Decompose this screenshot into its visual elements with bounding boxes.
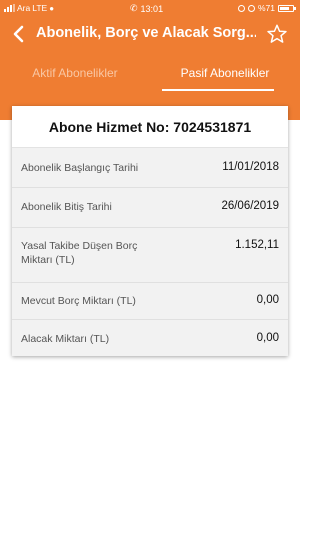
arrow-left-icon <box>13 25 24 43</box>
row-label: Yasal Takibe Düşen Borç Miktarı (TL) <box>21 240 138 266</box>
back-button[interactable] <box>10 24 30 44</box>
tab-label: Pasif Abonelikler <box>180 66 270 80</box>
alarm-icon <box>247 4 255 12</box>
detail-row: Mevcut Borç Miktarı (TL) 0,00 <box>12 283 288 320</box>
row-value: 0,00 <box>256 332 279 344</box>
app-header: Ara LTE ● ✆ 13:01 %71 Abonelik, Borç ve … <box>0 0 300 120</box>
row-label: Alacak Miktarı (TL) <box>21 333 110 345</box>
row-label: Abonelik Başlangıç Tarihi <box>21 162 139 174</box>
subscription-card: Abone Hizmet No: 7024531871 Abonelik Baş… <box>12 106 288 356</box>
app-bar: Abonelik, Borç ve Alacak Sorg... <box>0 16 300 56</box>
row-value: 1.152,11 <box>235 239 279 251</box>
signal-icon <box>4 4 15 12</box>
row-value: 26/06/2019 <box>221 200 279 212</box>
status-bar: Ara LTE ● ✆ 13:01 %71 <box>0 0 300 16</box>
detail-row: Yasal Takibe Düşen Borç Miktarı (TL) 1.1… <box>12 228 288 283</box>
location-icon <box>237 4 245 12</box>
phone-call-icon: ✆ <box>130 3 138 13</box>
tab-bar: Aktif Abonelikler Pasif Abonelikler <box>0 56 300 94</box>
row-label: Abonelik Bitiş Tarihi <box>21 201 112 213</box>
wifi-icon: ● <box>49 3 55 13</box>
detail-row: Abonelik Bitiş Tarihi 26/06/2019 <box>12 188 288 228</box>
row-value: 11/01/2018 <box>222 161 279 173</box>
clock-time: 13:01 <box>140 3 164 14</box>
active-tab-indicator <box>162 89 274 91</box>
page-title: Abonelik, Borç ve Alacak Sorg... <box>36 25 256 41</box>
battery-icon <box>278 4 296 12</box>
subscriber-service-number: Abone Hizmet No: 7024531871 <box>12 106 288 148</box>
tab-passive-subscriptions[interactable]: Pasif Abonelikler <box>150 56 300 94</box>
tab-active-subscriptions[interactable]: Aktif Abonelikler <box>0 56 150 94</box>
detail-row: Abonelik Başlangıç Tarihi 11/01/2018 <box>12 148 288 188</box>
detail-row: Alacak Miktarı (TL) 0,00 <box>12 320 288 356</box>
row-value: 0,00 <box>256 294 279 306</box>
row-label: Mevcut Borç Miktarı (TL) <box>21 295 136 307</box>
favorite-button[interactable] <box>266 23 288 45</box>
battery-percent: %71 <box>257 3 275 13</box>
network-type: LTE <box>32 3 48 13</box>
carrier-name: Ara <box>17 3 31 13</box>
star-outline-icon <box>267 24 287 43</box>
